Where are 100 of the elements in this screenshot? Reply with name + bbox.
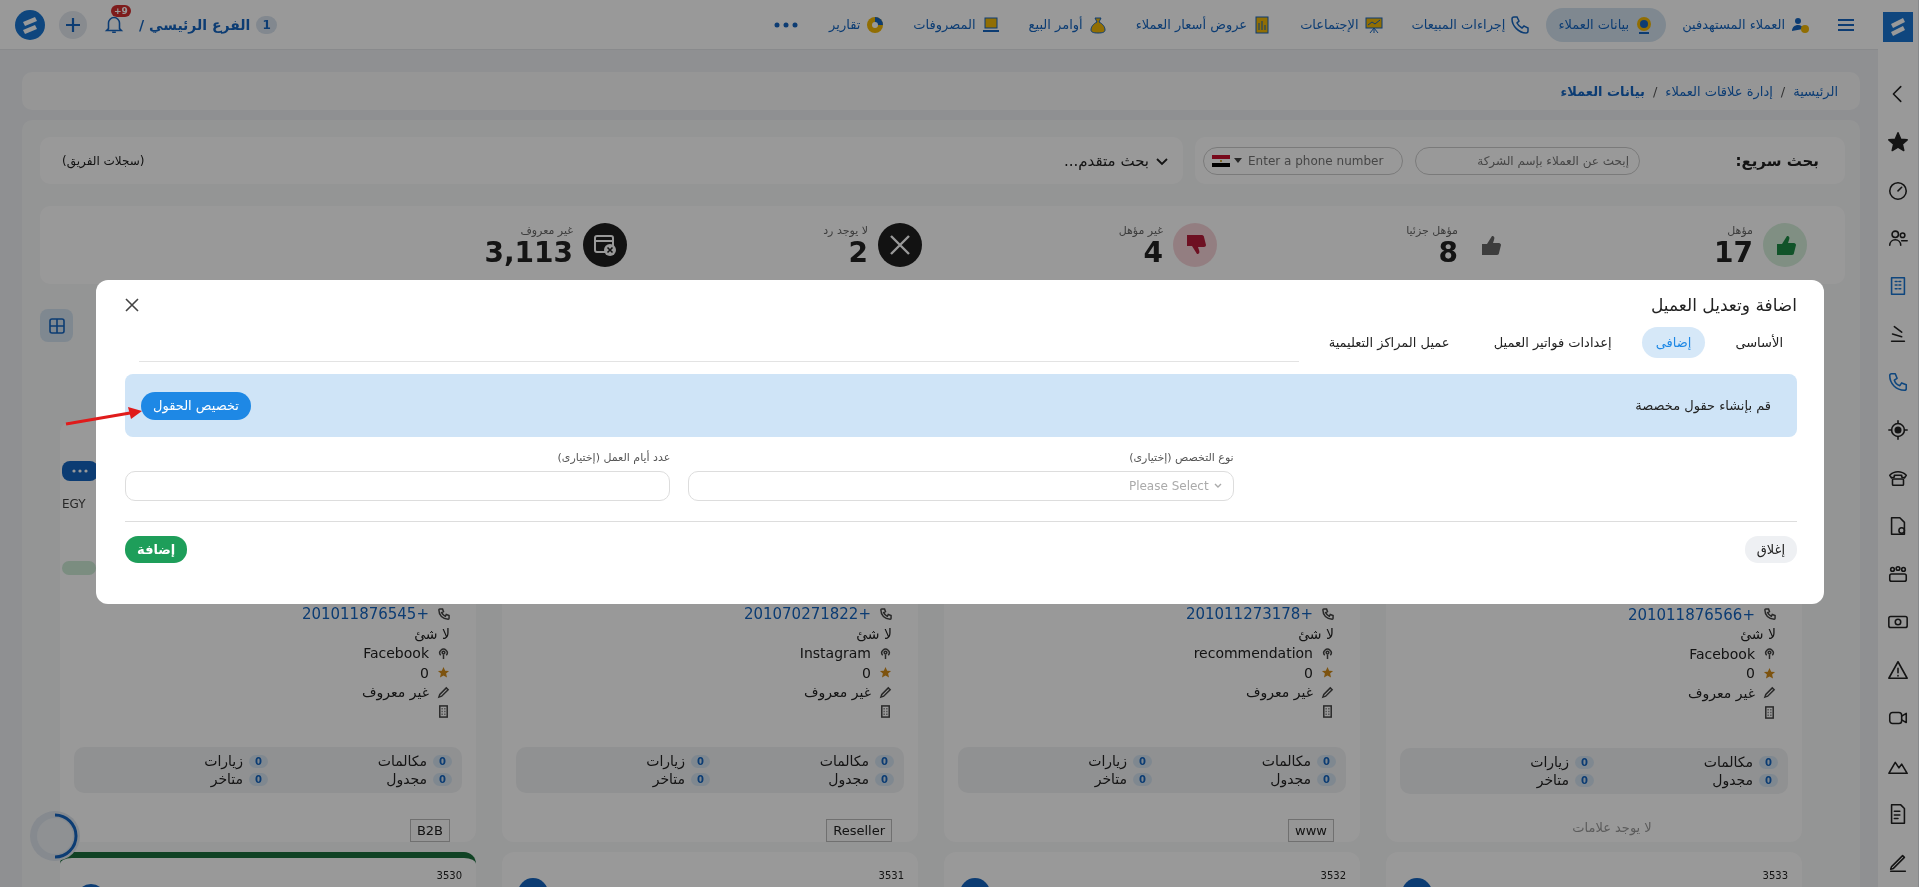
team-records-link[interactable]: (سجلات الفريق) [62,153,145,168]
stat-label: غير معروف [519,223,573,237]
close-icon [878,223,922,267]
breadcrumb-link[interactable]: إدارة علاقات العملاء [1665,83,1773,99]
owner-text: غير معروف [362,684,429,700]
more-icon [72,469,88,473]
owner-text: غير معروف [1246,684,1313,700]
grid-view-button[interactable] [40,309,73,342]
pen-icon [1763,686,1776,700]
phone-icon [1510,14,1531,35]
nav-item[interactable]: أوامر البيع [1016,7,1120,42]
phone-input[interactable]: Enter a phone number [1246,152,1394,169]
nav-item[interactable]: إجراءات المبيعات [1399,7,1543,42]
add-button[interactable]: إضافة [125,536,188,563]
phone-number: +201011876566 [1627,605,1755,624]
nav-item[interactable]: بيانات العملاء [1546,7,1667,42]
counter-label: مجدول [1712,772,1754,788]
breadcrumb-link[interactable]: الرئيسية [1793,83,1838,99]
more-icon[interactable] [773,20,800,29]
phone-icon[interactable] [1887,371,1909,393]
search-label: بحث سريع: [1735,151,1819,170]
target-icon[interactable] [1887,419,1909,441]
stat-label: مؤهل جزئيا [1406,223,1458,237]
source-text: Facebook [1689,645,1755,662]
note-text: لا شئ [1740,626,1776,643]
company-search-field[interactable]: إبحث عن العملاء بإسم الشركة [1415,146,1640,175]
tag-label: Reseller [826,819,892,842]
count-badge: 0 [1759,773,1778,787]
pen-icon [1321,685,1334,699]
gauge-icon[interactable] [1887,179,1909,201]
broadcast-icon [437,646,450,660]
counter-label: مجدول [386,771,428,788]
phone-number: +201011273178 [1185,605,1313,624]
warning-icon[interactable] [1887,659,1909,681]
notification-badge: +9 [111,4,131,17]
plus-icon [64,15,82,34]
stat-label: مؤهل [1726,223,1753,237]
tab[interactable]: عميل المراكز التعليمية [1314,327,1464,358]
group-icon[interactable] [1887,563,1909,585]
close-button[interactable]: إغلاق [1744,536,1797,563]
rating-text: 0 [1746,665,1755,682]
nav-item[interactable]: الإجتماعات [1288,7,1396,42]
phone-icon [879,607,892,621]
counter-label: زيارات [1530,754,1570,770]
customize-fields-button[interactable]: تخصيص الحقول [141,391,251,420]
rating-text: 0 [862,664,871,681]
nav-item[interactable]: تقارير [817,7,898,42]
nav-item[interactable]: العملاء المستهدفين [1670,7,1822,42]
note-text: لا شئ [856,625,892,642]
counter-label: مجدول [828,771,870,788]
source-text: recommendation [1193,645,1313,662]
star-icon [1321,666,1334,680]
pen-icon [879,685,892,699]
nav-item[interactable]: عروض أسعار العملاء [1123,7,1285,42]
star-icon [437,666,450,680]
more-button[interactable] [62,461,98,481]
branch-name[interactable]: الفرع الرئيسي / [139,16,251,33]
presentation-icon [1363,14,1384,35]
logo-icon [1883,12,1913,42]
pen-icon [437,685,450,699]
broadcast-icon [1763,647,1776,661]
note-text: لا شئ [414,625,450,642]
broadcast-icon [879,646,892,660]
add-button[interactable] [59,10,87,39]
money-bag-icon [1087,14,1108,35]
count-badge: 0 [691,772,710,786]
input-field[interactable] [125,471,671,501]
logo-icon [15,9,45,40]
count-badge: 0 [433,772,452,786]
no-tags-text: لا يوجد علامات [1571,820,1653,835]
star-icon[interactable] [1887,131,1909,153]
card-number: 3530 [436,870,462,881]
laptop-icon [980,14,1001,35]
card-number: 3531 [878,870,904,881]
counter-label: زيارات [204,753,244,770]
card-number: 3532 [1320,870,1346,881]
counter-label: متاخر [1536,772,1570,788]
tab[interactable]: إضافى [1641,327,1706,358]
breadcrumb-separator: / [1780,83,1786,99]
source-text: Instagram [799,645,871,662]
flag-icon [1212,154,1230,167]
tab[interactable]: إعدادات فواتير العميل [1479,327,1626,358]
stat-value: 17 [1714,238,1753,267]
status-pill [62,561,96,575]
branch-count: 1 [256,15,277,34]
users-icon[interactable] [1887,227,1909,249]
count-badge: 0 [691,754,710,768]
close-icon[interactable] [125,298,139,312]
owner-text: غير معروف [1688,684,1755,701]
counter-label: متاخر [210,771,244,788]
source-text: Facebook [363,645,429,662]
counter-label: مكالمات [377,753,428,770]
phone-number: +201011876545 [301,605,429,624]
nav-item[interactable]: المصروفات [901,7,1013,42]
count-badge: 0 [1575,773,1594,787]
advanced-search-toggle[interactable]: بحث متقدم... [1064,151,1169,170]
breadcrumb-link[interactable]: بيانات العملاء [1560,83,1645,99]
count-badge: 0 [1133,772,1152,786]
select-field[interactable]: Please Select [688,471,1234,501]
tab[interactable]: الأساسى [1721,327,1797,358]
